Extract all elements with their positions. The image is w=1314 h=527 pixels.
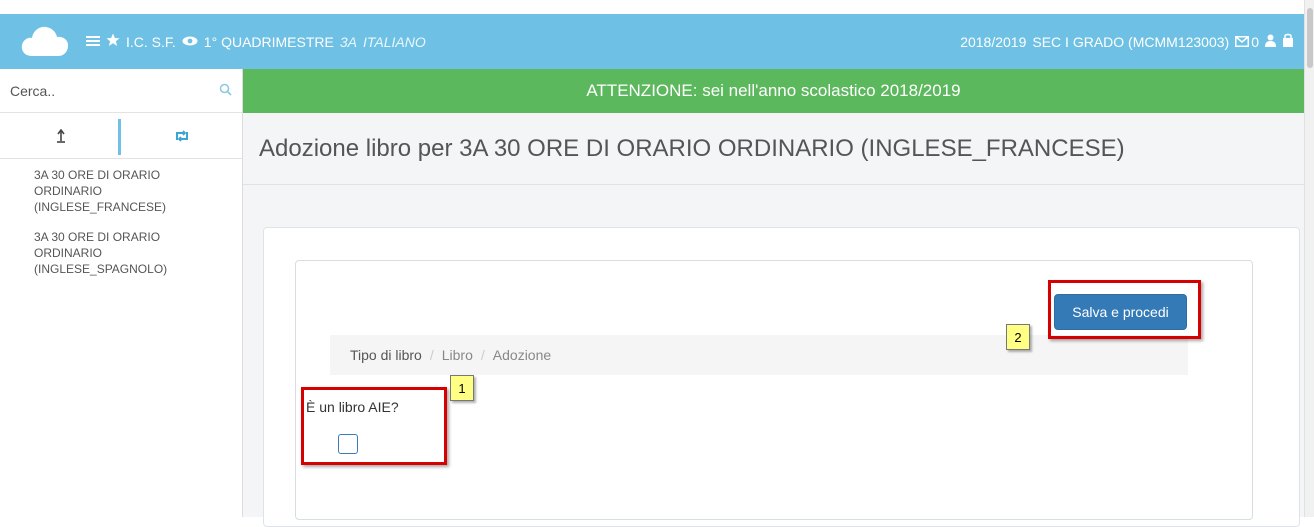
breadcrumb-step-book-type: Tipo di libro [350,347,422,363]
tab-upload[interactable] [0,113,121,158]
sidebar: 3A 30 ORE DI ORARIO ORDINARIO (INGLESE_F… [0,69,243,517]
messages-count[interactable]: 0 [1251,34,1259,50]
sidebar-tabs [0,113,242,159]
breadcrumb: Tipo di libro / Libro / Adozione [330,335,1188,375]
list-item[interactable]: 3A 30 ORE DI ORARIO ORDINARIO (INGLESE_F… [34,167,212,215]
subject-label[interactable]: ITALIANO [363,34,426,50]
search-input[interactable] [10,82,210,99]
breadcrumb-step-book: Libro [441,347,473,363]
search-icon[interactable] [219,83,232,101]
annotation-box-1 [301,387,447,465]
annotation-marker-2: 2 [1006,324,1030,350]
breadcrumb-step-adoption: Adozione [492,347,552,363]
upload-arrow-icon [56,128,65,143]
class-label[interactable]: 3A [340,34,357,50]
topbar-right: 2018/2019 SEC I GRADO (MCMM123003) 0 [954,14,1294,69]
logout-icon[interactable] [1282,33,1294,50]
envelope-icon[interactable] [1235,34,1250,50]
tab-retweet[interactable] [121,113,242,158]
school-code[interactable]: SEC I GRADO (MCMM123003) [1032,34,1229,50]
context-nav: I.C. S.F. 1° QUADRIMESTRE 3A ITALIANO [86,14,432,69]
page-header: Adozione libro per 3A 30 ORE DI ORARIO O… [243,113,1304,185]
year-alert: ATTENZIONE: sei nell'anno scolastico 201… [243,69,1304,113]
top-navbar: I.C. S.F. 1° QUADRIMESTRE 3A ITALIANO 20… [0,14,1304,69]
page-title: Adozione libro per 3A 30 ORE DI ORARIO O… [259,134,1125,162]
class-list: 3A 30 ORE DI ORARIO ORDINARIO (INGLESE_F… [0,159,242,277]
menu-icon[interactable] [86,34,100,50]
annotation-box-2 [1048,280,1201,339]
list-item[interactable]: 3A 30 ORE DI ORARIO ORDINARIO (INGLESE_S… [34,229,212,277]
school-year[interactable]: 2018/2019 [960,34,1026,50]
annotation-marker-1: 1 [450,375,474,401]
eye-icon[interactable] [182,34,198,50]
main-content: ATTENZIONE: sei nell'anno scolastico 201… [243,69,1304,527]
form-panel: Salva e procedi Tipo di libro / Libro / … [263,227,1300,527]
form-inner-panel: Salva e procedi Tipo di libro / Libro / … [295,260,1253,520]
school-name[interactable]: I.C. S.F. [126,34,176,50]
breadcrumb-separator: / [480,347,485,363]
cloud-logo-icon[interactable] [20,24,70,58]
window-scrollbar[interactable] [1304,0,1314,517]
sidebar-search [0,69,242,113]
star-icon[interactable] [106,33,120,50]
scrollbar-thumb[interactable] [1307,8,1313,68]
user-icon[interactable] [1265,34,1276,50]
breadcrumb-separator: / [429,347,434,363]
retweet-icon [175,129,188,142]
period-label[interactable]: 1° QUADRIMESTRE [204,34,334,50]
